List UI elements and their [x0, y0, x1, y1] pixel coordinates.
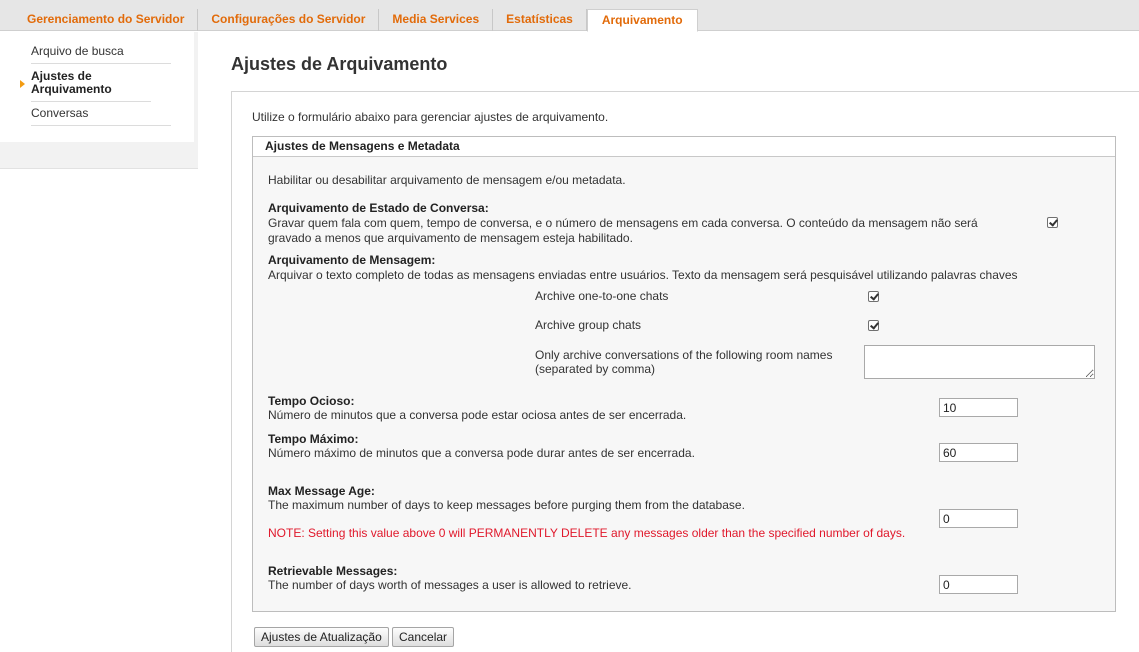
tab-media-services[interactable]: Media Services: [379, 9, 494, 31]
retrievable-input[interactable]: [939, 575, 1018, 594]
one-to-one-label: Archive one-to-one chats: [535, 289, 669, 303]
state-archiving-text-line1: Gravar quem fala com quem, tempo de conv…: [268, 216, 978, 230]
room-names-textarea[interactable]: [864, 345, 1095, 379]
state-archiving-checkbox[interactable]: [1047, 217, 1058, 228]
room-names-label-line2: (separated by comma): [535, 362, 656, 376]
tab-server-management[interactable]: Gerenciamento do Servidor: [14, 9, 199, 31]
tab-statistics[interactable]: Estatísticas: [493, 9, 587, 31]
sidebar-active-arrow-icon: [20, 80, 25, 88]
group-chats-label: Archive group chats: [535, 318, 642, 332]
tab-server-settings[interactable]: Configurações do Servidor: [198, 9, 380, 31]
max-time-text: Número máximo de minutos que a conversa …: [268, 446, 695, 460]
sidebar-item-conversations[interactable]: Conversas: [31, 107, 171, 126]
sidebar-item-archiving-settings[interactable]: Ajustes de Arquivamento: [31, 70, 151, 102]
update-settings-button[interactable]: Ajustes de Atualização: [254, 627, 389, 647]
max-time-input[interactable]: [939, 443, 1018, 462]
idle-time-input[interactable]: [939, 398, 1018, 417]
retrievable-text: The number of days worth of messages a u…: [268, 578, 632, 592]
idle-time-text: Número de minutos que a conversa pode es…: [268, 408, 687, 422]
page-title: Ajustes de Arquivamento: [231, 54, 448, 74]
section-description: Habilitar ou desabilitar arquivamento de…: [268, 173, 626, 187]
state-archiving-label: Arquivamento de Estado de Conversa:: [268, 201, 489, 215]
cancel-button[interactable]: Cancelar: [392, 627, 455, 647]
group-chats-checkbox[interactable]: [868, 320, 879, 331]
max-age-input[interactable]: [939, 509, 1018, 528]
max-age-note: NOTE: Setting this value above 0 will PE…: [268, 526, 906, 540]
message-archiving-text: Arquivar o texto completo de todas as me…: [268, 268, 1018, 282]
max-age-label: Max Message Age:: [268, 484, 375, 498]
top-tab-bar: Gerenciamento do Servidor Configurações …: [0, 0, 1139, 32]
one-to-one-checkbox[interactable]: [868, 291, 879, 302]
intro-text: Utilize o formulário abaixo para gerenci…: [252, 110, 609, 124]
tab-list: Gerenciamento do Servidor Configurações …: [14, 9, 698, 32]
settings-box-header: Ajustes de Mensagens e Metadata: [253, 137, 1115, 157]
max-time-label: Tempo Máximo:: [268, 432, 359, 446]
retrievable-label: Retrievable Messages:: [268, 564, 398, 578]
idle-time-label: Tempo Ocioso:: [268, 394, 355, 408]
room-names-label-line1: Only archive conversations of the follow…: [535, 348, 833, 362]
state-archiving-text-line2: gravado a menos que arquivamento de mens…: [268, 231, 633, 245]
sidebar-item-search-archive[interactable]: Arquivo de busca: [31, 45, 171, 64]
max-age-text: The maximum number of days to keep messa…: [268, 498, 745, 512]
message-archiving-label: Arquivamento de Mensagem:: [268, 253, 436, 267]
tab-archiving[interactable]: Arquivamento: [586, 9, 698, 32]
